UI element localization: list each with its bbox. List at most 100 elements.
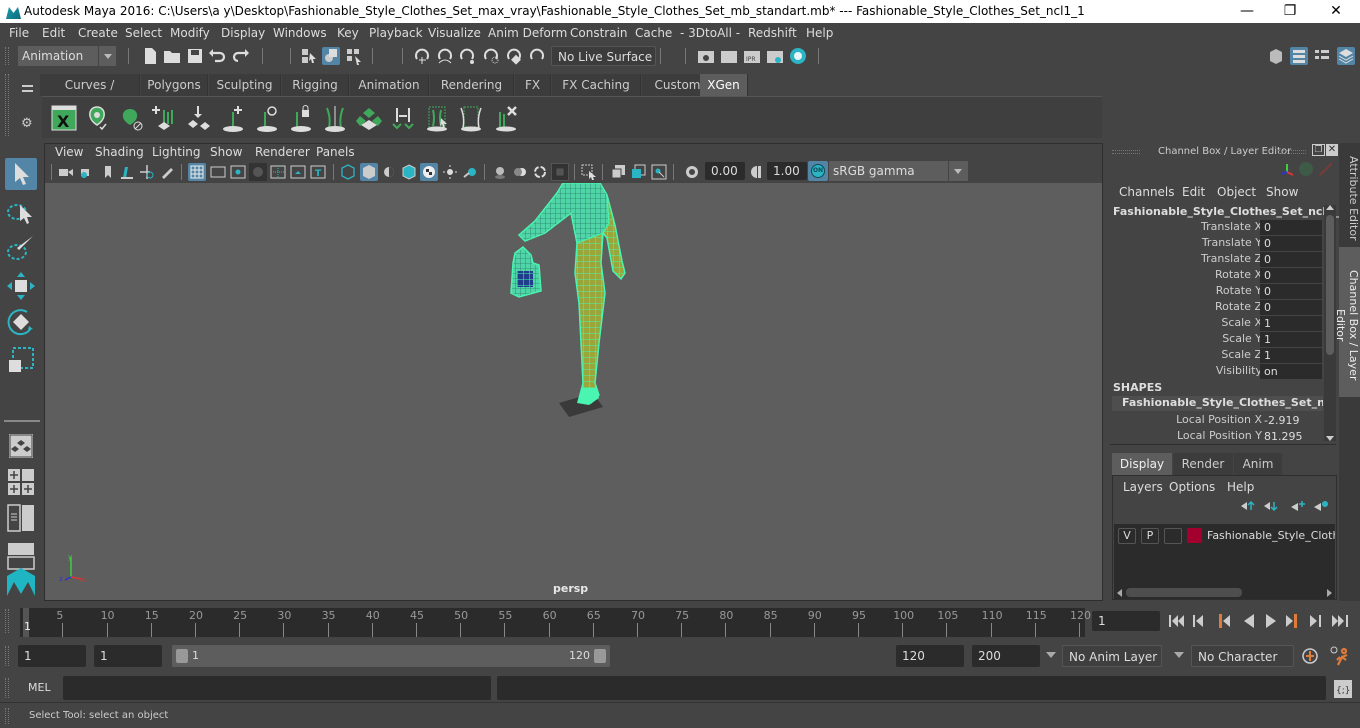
menu-visualize[interactable]: Visualize [428, 26, 481, 40]
use-all-lights-icon[interactable] [441, 163, 459, 181]
channel-row[interactable]: Rotate Y0 [1106, 284, 1326, 300]
color-management-toggle[interactable]: ON [808, 161, 828, 181]
time-slider-grip[interactable] [5, 609, 9, 633]
channel-value-field[interactable]: on [1260, 364, 1322, 379]
layer-tab-anim[interactable]: Anim [1234, 453, 1282, 475]
range-slider[interactable]: 1 120 [172, 645, 610, 667]
undo-icon[interactable] [208, 47, 226, 65]
channel-box-toggle-icon[interactable] [1337, 47, 1355, 65]
options-menu[interactable]: Options [1169, 480, 1215, 494]
maximize-button[interactable]: ❐ [1267, 0, 1313, 23]
character-set-dropdown[interactable]: No Character Set [1191, 645, 1294, 686]
menu-create[interactable]: Create [78, 26, 118, 40]
snap-curve-icon[interactable] [436, 47, 454, 65]
channel-row[interactable]: Local Position Y 81.295 [1106, 429, 1326, 445]
move-layer-down-icon[interactable] [1263, 500, 1279, 512]
help-menu[interactable]: Help [1227, 480, 1254, 494]
menu-display[interactable]: Display [221, 26, 265, 40]
float-panel-icon[interactable]: ❐ [1312, 144, 1325, 156]
menu-anim-deform[interactable]: Anim Deform [488, 26, 567, 40]
create-empty-layer-icon[interactable] [1290, 500, 1306, 512]
close-button[interactable]: ✕ [1313, 0, 1359, 23]
single-perspective-layout-icon[interactable] [5, 430, 37, 462]
image-plane-icon[interactable] [118, 163, 136, 181]
groom-select-icon[interactable] [423, 104, 451, 132]
open-scene-icon[interactable] [163, 47, 181, 65]
panel-menu-view[interactable]: View [55, 145, 83, 159]
guide-length-icon[interactable] [321, 104, 349, 132]
channel-row[interactable]: Rotate X0 [1106, 268, 1326, 284]
step-forward-key-icon[interactable] [1286, 614, 1297, 628]
shelf-tab-animation[interactable]: Animation [350, 74, 429, 96]
channel-value-field[interactable]: -2.919 [1260, 413, 1322, 428]
layer-row[interactable]: V P Fashionable_Style_Cloth [1114, 527, 1335, 545]
channel-value-field[interactable]: 1 [1260, 348, 1322, 363]
manipulator-axis-icon[interactable] [1278, 161, 1296, 179]
scroll-down-icon[interactable] [1326, 436, 1334, 441]
add-guides-icon[interactable] [150, 104, 178, 132]
channel-box-tab[interactable]: Channel Box / Layer Editor [1334, 247, 1360, 397]
sculpt-guide-icon[interactable] [253, 104, 281, 132]
character-set-chevron-down-icon[interactable] [1174, 652, 1184, 658]
render-settings-icon[interactable] [766, 47, 784, 65]
auto-key-icon[interactable] [1300, 646, 1320, 666]
shadows-icon[interactable] [461, 163, 479, 181]
safe-action-icon[interactable] [289, 163, 307, 181]
primitive-density-icon[interactable] [355, 104, 383, 132]
scroll-up-icon[interactable] [1326, 205, 1334, 210]
hyperbolic-icon[interactable] [1318, 161, 1334, 177]
help-line-grip[interactable] [5, 708, 9, 724]
delete-guide-icon[interactable] [492, 104, 520, 132]
panel-menu-renderer[interactable]: Renderer [255, 145, 310, 159]
make-live-icon[interactable] [505, 47, 523, 65]
menu-edit[interactable]: Edit [42, 26, 65, 40]
menu-file[interactable]: File [9, 26, 29, 40]
menu-select[interactable]: Select [125, 26, 162, 40]
smooth-shade-icon[interactable] [360, 163, 378, 181]
select-component-icon[interactable] [345, 47, 363, 65]
gamma-icon[interactable] [748, 163, 766, 181]
safe-title-icon[interactable]: T [309, 163, 327, 181]
scroll-left-icon[interactable] [1117, 589, 1122, 597]
select-camera-icon[interactable] [57, 163, 75, 181]
layer-playback-toggle[interactable]: P [1141, 528, 1159, 544]
animation-preferences-icon[interactable] [1328, 645, 1350, 667]
menu-cache[interactable]: Cache [635, 26, 672, 40]
move-tool-icon[interactable] [5, 270, 37, 302]
channel-value-field[interactable]: 0 [1260, 236, 1322, 251]
depth-of-field-icon[interactable] [551, 163, 569, 181]
play-backwards-icon[interactable] [1244, 614, 1254, 628]
channel-value-field[interactable]: 0 [1260, 220, 1322, 235]
channel-row[interactable]: Rotate Z0 [1106, 300, 1326, 316]
new-scene-icon[interactable] [141, 47, 159, 65]
panel-grip[interactable] [1278, 150, 1306, 154]
wireframe-icon[interactable] [339, 163, 357, 181]
shelf-grip[interactable] [5, 74, 9, 136]
rotate-tool-icon[interactable] [5, 306, 37, 338]
paint-select-tool-icon[interactable] [5, 232, 37, 264]
snap-grid-icon[interactable] [413, 47, 431, 65]
layer-list-h-scrollbar[interactable] [1114, 586, 1335, 599]
clear-preview-icon[interactable] [116, 104, 144, 132]
screen-space-ao-icon[interactable] [491, 163, 509, 181]
xray-icon[interactable] [610, 163, 628, 181]
channel-row[interactable]: Translate X0 [1106, 220, 1326, 236]
current-frame-field[interactable]: 1 [1092, 611, 1160, 631]
layer-visibility-toggle[interactable]: V [1118, 528, 1136, 544]
lock-guide-icon[interactable] [287, 104, 315, 132]
snap-live-icon[interactable] [528, 47, 546, 65]
animation-start-field[interactable]: 1 [18, 645, 86, 667]
layer-name[interactable]: Fashionable_Style_Cloth [1207, 529, 1335, 542]
menu-help[interactable]: Help [806, 26, 833, 40]
xray-active-components-icon[interactable] [630, 163, 648, 181]
channel-value-field[interactable]: 1 [1260, 316, 1322, 331]
tool-settings-toggle-icon[interactable] [1313, 47, 1331, 65]
hypershade-icon[interactable] [789, 47, 807, 65]
channel-row[interactable]: Scale X1 [1106, 316, 1326, 332]
channel-row[interactable]: Scale Y1 [1106, 332, 1326, 348]
command-line-grip[interactable] [5, 678, 9, 698]
go-to-start-icon[interactable] [1169, 615, 1184, 627]
snap-point-icon[interactable] [458, 47, 476, 65]
go-to-end-icon[interactable] [1332, 615, 1348, 627]
gate-mask-icon[interactable] [249, 163, 267, 181]
